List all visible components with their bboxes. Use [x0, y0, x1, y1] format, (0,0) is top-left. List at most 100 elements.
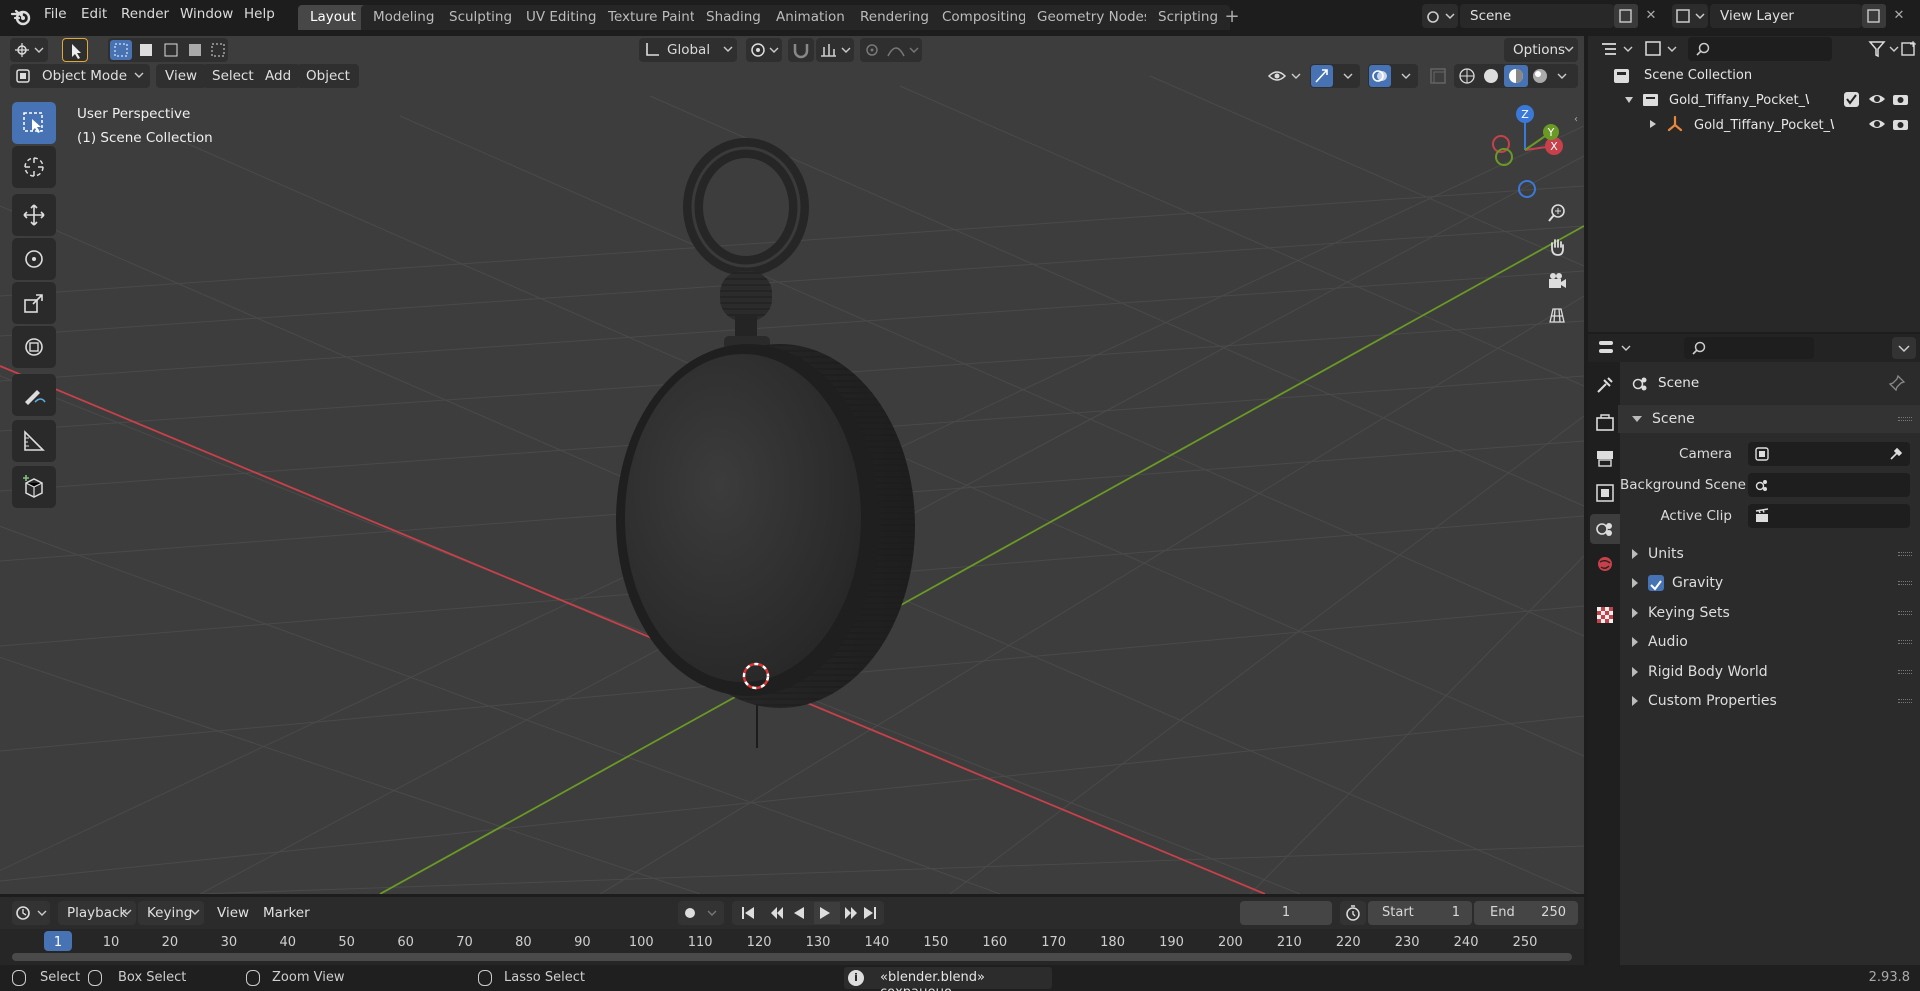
camera-view-icon[interactable] — [1542, 266, 1572, 296]
end-frame-field[interactable]: End 250 — [1474, 901, 1578, 925]
properties-options-icon[interactable] — [1892, 337, 1916, 359]
tab-geometry-nodes[interactable]: Geometry Nodes — [1025, 5, 1163, 30]
timeline-scrollbar[interactable] — [12, 953, 1572, 961]
options-dropdown[interactable]: Options — [1504, 38, 1578, 62]
scene-properties-tab-icon[interactable] — [1590, 514, 1620, 544]
expand-collection-icon[interactable] — [1624, 94, 1634, 104]
delete-scene-icon[interactable]: ✕ — [1641, 4, 1661, 28]
pin-icon[interactable] — [1888, 374, 1906, 392]
outliner-object-label[interactable]: Gold_Tiffany_Pocket_Wa — [1694, 118, 1834, 133]
gravity-checkbox[interactable] — [1648, 575, 1664, 591]
tool-transform[interactable] — [12, 326, 56, 368]
render-properties-tab-icon[interactable] — [1592, 410, 1618, 436]
object-visibility-eye-icon[interactable] — [1868, 116, 1886, 132]
outliner-collection-label[interactable]: Gold_Tiffany_Pocket_Watch_C — [1669, 93, 1809, 108]
view-layer-field[interactable]: View Layer — [1710, 4, 1862, 28]
select-mode-tweak-icon[interactable] — [62, 38, 88, 62]
shading-mode-buttons[interactable] — [1454, 64, 1578, 88]
properties-editor-type-icon[interactable] — [1596, 336, 1636, 360]
pivot-point-icon[interactable] — [746, 38, 782, 62]
gravity-panel-header[interactable]: Gravity — [1618, 569, 1920, 597]
auto-keying-toggle[interactable] — [678, 901, 724, 925]
viewport-menu-select[interactable]: Select — [203, 64, 263, 88]
tab-texture-paint[interactable]: Texture Paint — [596, 5, 708, 30]
menu-file[interactable]: File — [44, 6, 67, 22]
current-frame-field[interactable]: 1 — [1240, 901, 1332, 925]
zoom-icon[interactable] — [1542, 198, 1572, 228]
new-scene-icon[interactable] — [1614, 4, 1638, 28]
filter-icon[interactable] — [1866, 37, 1902, 61]
outliner-root-label[interactable]: Scene Collection — [1644, 68, 1752, 83]
tool-cursor[interactable] — [12, 146, 56, 188]
xray-toggle-icon[interactable] — [1426, 64, 1450, 88]
scene-panel-header[interactable]: Scene — [1618, 405, 1920, 433]
active-clip-field[interactable] — [1748, 504, 1910, 528]
tab-animation[interactable]: Animation — [764, 5, 857, 30]
collection-visibility-eye-icon[interactable] — [1868, 91, 1886, 107]
viewport-menu-add[interactable]: Add — [256, 64, 301, 88]
units-panel-header[interactable]: Units — [1618, 540, 1920, 568]
tool-measure[interactable] — [12, 420, 56, 462]
collection-render-camera-icon[interactable] — [1892, 91, 1910, 107]
proportional-editing-icon[interactable] — [860, 38, 922, 62]
view-layer-properties-tab-icon[interactable] — [1592, 480, 1618, 506]
start-frame-field[interactable]: Start 1 — [1368, 901, 1472, 925]
select-box-mode-icons[interactable] — [108, 38, 228, 62]
tab-rendering[interactable]: Rendering — [848, 5, 941, 30]
timeline-view-menu[interactable]: View — [208, 901, 258, 925]
keying-menu[interactable]: Keying — [138, 901, 204, 925]
visibility-selectability-icon[interactable] — [1266, 64, 1304, 88]
scene-selector-icon[interactable] — [1422, 4, 1458, 28]
object-mode-dropdown[interactable]: Object Mode — [10, 64, 150, 88]
pan-hand-icon[interactable] — [1542, 232, 1572, 262]
timeline-editor-type-icon[interactable] — [12, 901, 50, 925]
view-layer-selector-icon[interactable] — [1672, 4, 1708, 28]
preview-range-icon[interactable] — [1340, 901, 1366, 925]
texture-properties-tab-icon[interactable] — [1592, 602, 1618, 628]
tool-properties-tab-icon[interactable] — [1592, 372, 1618, 398]
blender-logo-icon[interactable] — [10, 6, 32, 28]
add-workspace-icon[interactable]: + — [1222, 6, 1242, 28]
navigation-gizmo[interactable]: Z X Y — [1480, 102, 1570, 202]
rigid-body-world-panel-header[interactable]: Rigid Body World — [1618, 658, 1920, 686]
display-mode-icon[interactable] — [1642, 37, 1680, 61]
delete-view-layer-icon[interactable]: ✕ — [1889, 4, 1909, 28]
keying-sets-panel-header[interactable]: Keying Sets — [1618, 599, 1920, 627]
tool-annotate[interactable] — [12, 374, 56, 416]
outliner-editor-type-icon[interactable] — [1598, 37, 1636, 61]
audio-panel-header[interactable]: Audio — [1618, 628, 1920, 656]
tab-layout[interactable]: Layout — [298, 5, 368, 30]
pocket-watch-model[interactable] — [616, 138, 915, 748]
menu-help[interactable]: Help — [244, 6, 275, 22]
menu-edit[interactable]: Edit — [81, 6, 107, 22]
gizmo-toggle-icon[interactable] — [1310, 64, 1360, 88]
viewport-menu-object[interactable]: Object — [297, 64, 359, 88]
sidebar-toggle-chevron-icon[interactable]: ‹ — [1574, 114, 1582, 128]
tab-uv-editing[interactable]: UV Editing — [514, 5, 609, 30]
scene-name-field[interactable]: Scene — [1460, 4, 1614, 28]
collection-exclude-checkbox[interactable] — [1844, 92, 1859, 107]
camera-field[interactable] — [1748, 442, 1910, 466]
world-properties-tab-icon[interactable] — [1592, 551, 1618, 577]
timeline-marker-menu[interactable]: Marker — [254, 901, 319, 925]
tool-add-cube[interactable] — [12, 466, 56, 508]
3d-viewport[interactable]: Global Options Object Mode View Select A… — [0, 36, 1584, 894]
object-render-camera-icon[interactable] — [1892, 116, 1910, 132]
report-banner[interactable]: i «blender.blend» сохранено — [844, 967, 1052, 991]
menu-window[interactable]: Window — [180, 6, 233, 22]
eyedropper-icon[interactable] — [1888, 446, 1904, 462]
tab-compositing[interactable]: Compositing — [930, 5, 1039, 30]
outliner-search-input[interactable] — [1688, 37, 1832, 61]
tab-sculpting[interactable]: Sculpting — [437, 5, 525, 30]
perspective-toggle-icon[interactable] — [1542, 300, 1572, 330]
viewport-menu-view[interactable]: View — [156, 64, 207, 88]
tool-move[interactable] — [12, 194, 56, 236]
output-properties-tab-icon[interactable] — [1592, 445, 1618, 471]
new-view-layer-icon[interactable] — [1862, 4, 1886, 28]
tab-shading[interactable]: Shading — [694, 5, 773, 30]
tab-modeling[interactable]: Modeling — [361, 5, 447, 30]
custom-properties-panel-header[interactable]: Custom Properties — [1618, 687, 1920, 715]
tool-rotate[interactable] — [12, 238, 56, 280]
tab-scripting[interactable]: Scripting — [1146, 5, 1231, 30]
expand-object-icon[interactable] — [1648, 118, 1658, 128]
